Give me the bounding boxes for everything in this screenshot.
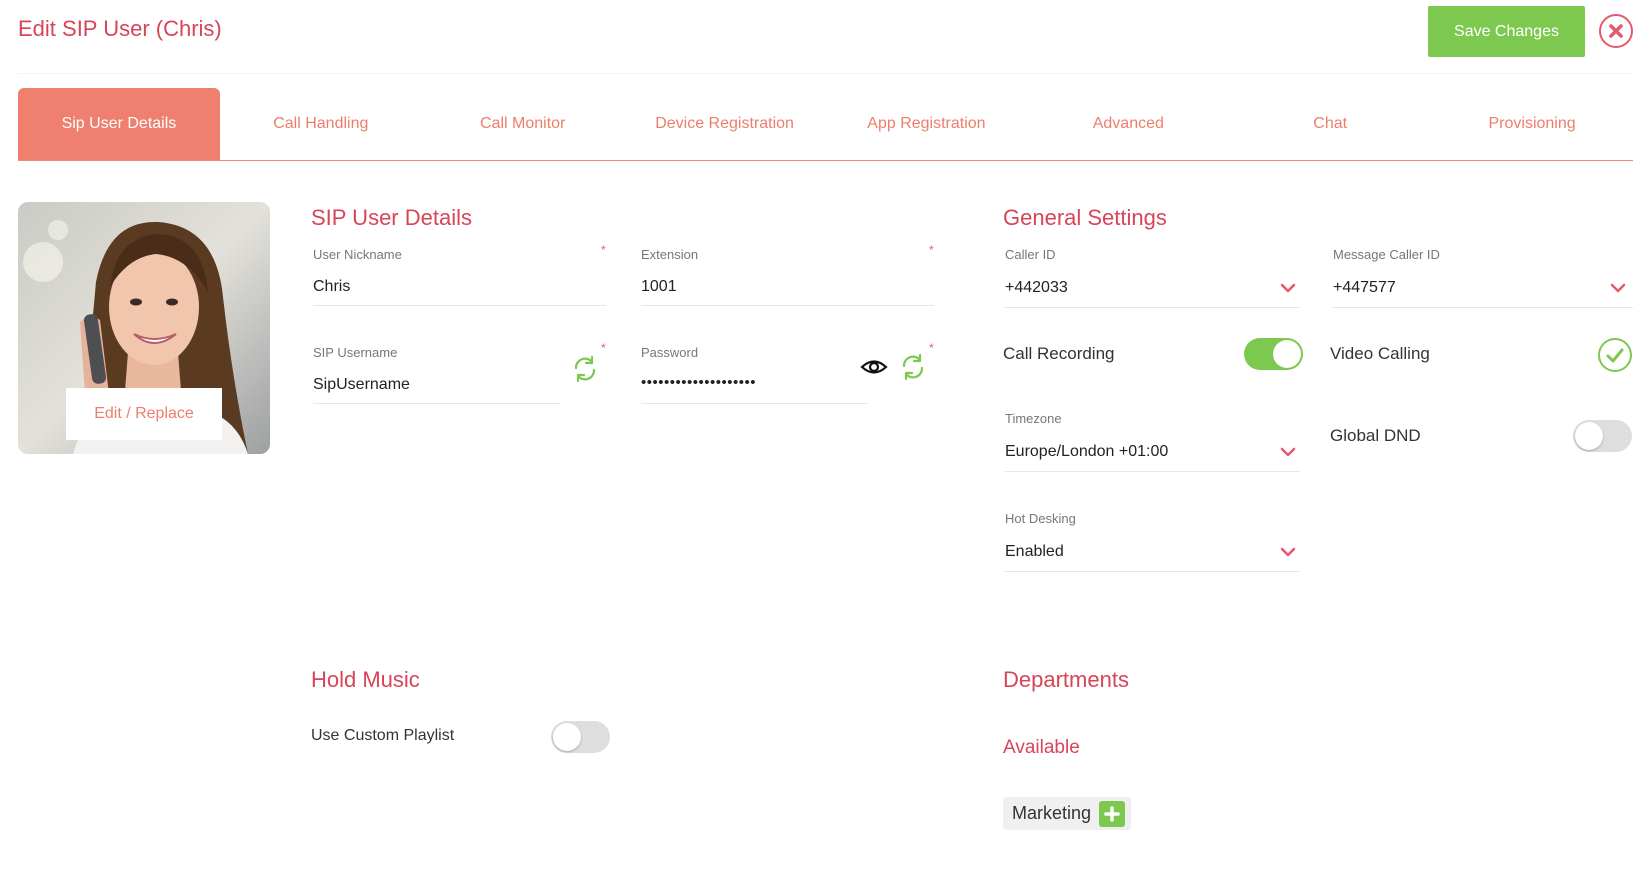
custom-playlist-toggle[interactable] [551,721,610,753]
toggle-knob [1273,340,1301,368]
chevron-down-icon[interactable] [1610,282,1626,294]
tab-bar: Sip User Details Call Handling Call Moni… [18,88,1633,161]
timezone-underline [1005,471,1300,472]
tab-app-registration[interactable]: App Registration [826,88,1028,160]
sip-username-required-mark: * [601,341,606,355]
global-dnd-toggle[interactable] [1573,420,1632,452]
hot-desking-underline [1005,571,1300,572]
hot-desking-select[interactable]: Enabled [1005,543,1064,561]
page-title: Edit SIP User (Chris) [18,16,222,41]
tab-device-registration[interactable]: Device Registration [624,88,826,160]
chevron-down-icon[interactable] [1280,546,1296,558]
password-label: Password [641,345,699,360]
departments-title: Departments [1003,667,1129,692]
sip-details-title: SIP User Details [311,205,472,230]
timezone-label: Timezone [1005,411,1062,426]
message-caller-id-underline [1333,307,1633,308]
chevron-down-icon[interactable] [1280,446,1296,458]
tab-call-handling[interactable]: Call Handling [220,88,422,160]
caller-id-select[interactable]: +442033 [1005,279,1068,297]
caller-id-underline [1005,307,1300,308]
tab-chat[interactable]: Chat [1229,88,1431,160]
global-dnd-label: Global DND [1330,426,1421,445]
message-caller-id-label: Message Caller ID [1333,247,1440,262]
close-button[interactable] [1599,14,1633,48]
close-icon [1609,24,1623,38]
chevron-down-icon[interactable] [1280,282,1296,294]
general-settings-title: General Settings [1003,205,1167,230]
caller-id-label: Caller ID [1005,247,1056,262]
available-label: Available [1003,737,1080,758]
password-input[interactable]: •••••••••••••••••••• [641,374,756,391]
plus-icon [1104,805,1120,822]
regenerate-username-button[interactable] [571,355,599,388]
nickname-input[interactable]: Chris [313,278,350,296]
nickname-required-mark: * [601,243,606,257]
hot-desking-label: Hot Desking [1005,511,1076,526]
tab-provisioning[interactable]: Provisioning [1431,88,1633,160]
call-recording-label: Call Recording [1003,344,1115,363]
refresh-icon [574,355,596,383]
toggle-knob [553,723,581,751]
video-calling-label: Video Calling [1330,344,1430,363]
tab-sip-user-details[interactable]: Sip User Details [18,88,220,160]
tab-advanced[interactable]: Advanced [1027,88,1229,160]
refresh-icon [902,353,924,381]
timezone-select[interactable]: Europe/London +01:00 [1005,443,1168,461]
extension-input[interactable]: 1001 [641,278,677,296]
extension-underline [641,305,934,306]
department-chip-marketing: Marketing [1003,797,1132,830]
save-changes-button[interactable]: Save Changes [1428,6,1585,57]
extension-label: Extension [641,247,699,262]
custom-playlist-label: Use Custom Playlist [311,727,455,744]
toggle-knob [1575,422,1603,450]
sip-username-input[interactable]: SipUsername [313,376,410,394]
tab-call-monitor[interactable]: Call Monitor [422,88,624,160]
add-department-button[interactable] [1099,800,1126,827]
nickname-label: User Nickname [313,247,402,262]
video-calling-checkbox[interactable] [1597,337,1633,378]
check-circle-icon [1598,338,1632,372]
nickname-underline [313,305,606,306]
extension-required-mark: * [929,243,934,257]
call-recording-toggle[interactable] [1244,338,1303,370]
regenerate-password-button[interactable] [899,353,927,386]
show-password-button[interactable] [860,357,888,382]
department-name: Marketing [1012,803,1092,823]
eye-icon [860,360,888,374]
password-underline [641,403,867,404]
sip-username-label: SIP Username [313,345,398,360]
header-divider [18,73,1633,74]
sip-username-underline [313,403,560,404]
password-required-mark: * [929,341,934,355]
message-caller-id-select[interactable]: +447577 [1333,279,1396,297]
hold-music-title: Hold Music [311,667,420,692]
edit-replace-photo-button[interactable]: Edit / Replace [66,388,222,440]
